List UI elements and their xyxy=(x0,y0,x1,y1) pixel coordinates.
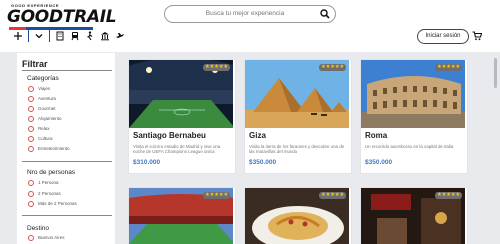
landmark-icon[interactable] xyxy=(100,31,110,41)
radio-button[interactable] xyxy=(28,145,34,152)
filter-option[interactable]: Gourmet xyxy=(28,105,56,112)
radio-button[interactable] xyxy=(28,105,34,112)
experience-card[interactable]: ★★★★★ xyxy=(361,188,467,244)
experience-card[interactable]: ★★★★★ xyxy=(245,188,351,244)
card-image[interactable]: ★★★★★ xyxy=(361,188,465,244)
divider xyxy=(22,161,112,162)
experience-card[interactable]: ★★★★★ Giza Visita la tierra de los farao… xyxy=(245,60,351,173)
brand-logo[interactable]: GOODTRAIL xyxy=(7,7,117,27)
radio-button[interactable] xyxy=(28,234,34,241)
filter-option-label: Viajes xyxy=(38,86,51,91)
radio-button[interactable] xyxy=(28,95,34,102)
filter-option[interactable]: Cultura xyxy=(28,135,53,142)
radio-button[interactable] xyxy=(28,200,34,207)
card-image[interactable]: ★★★★★ xyxy=(245,188,349,244)
card-image[interactable]: ★★★★★ xyxy=(129,60,233,128)
filter-title: Filtrar xyxy=(22,59,48,69)
rating-stars: ★★★★★ xyxy=(434,64,462,71)
filter-option[interactable]: Más de 2 Personas xyxy=(28,200,77,207)
filter-option-label: 2 Personas xyxy=(38,191,61,196)
train-icon[interactable] xyxy=(70,31,80,41)
filter-option[interactable]: Viajes xyxy=(28,85,50,92)
radio-button[interactable] xyxy=(28,190,34,197)
search-icon[interactable] xyxy=(320,9,330,19)
radio-button[interactable] xyxy=(28,135,34,142)
card-price: $310.000 xyxy=(133,159,161,166)
card-title[interactable]: Santiago Bernabeu xyxy=(133,131,206,140)
filter-option[interactable]: Buenos Aires xyxy=(28,234,65,241)
card-description: Visita la tierra de los faraones y descu… xyxy=(249,144,345,154)
filter-group-title: Nro de personas xyxy=(27,169,76,176)
filter-option-label: Buenos Aires xyxy=(38,235,65,240)
card-image[interactable]: ★★★★★ xyxy=(245,60,349,128)
airplane-icon[interactable] xyxy=(115,31,125,41)
rating-stars: ★★★★★ xyxy=(318,192,346,199)
search-box[interactable] xyxy=(164,5,336,23)
experience-card[interactable]: ★★★★★ xyxy=(129,188,235,244)
card-description: Visita el icónico estadio de Madrid y vi… xyxy=(133,144,221,154)
filter-group-title: Categorías xyxy=(27,75,59,82)
experience-card[interactable]: ★★★★★ Roma Un recorrido asombroso en la … xyxy=(361,60,467,173)
experience-card[interactable]: ★★★★★ Santiago Bernabeu Visita el icónic… xyxy=(129,60,235,173)
filter-option-label: 1 Persona xyxy=(38,180,59,185)
filter-option-label: Cultura xyxy=(38,136,53,141)
filter-option[interactable]: Alojamiento xyxy=(28,115,62,122)
card-image[interactable]: ★★★★★ xyxy=(361,60,465,128)
filter-option[interactable]: Relax xyxy=(28,125,50,132)
divider xyxy=(22,215,112,216)
filter-option-label: Gourmet xyxy=(38,106,56,111)
filter-option-label: Más de 2 Personas xyxy=(38,201,77,206)
hiker-icon[interactable] xyxy=(85,31,95,41)
card-title[interactable]: Giza xyxy=(249,131,266,140)
category-nav xyxy=(13,30,125,42)
filter-sidebar: Filtrar Categorías Viajes Aventura Gourm… xyxy=(17,53,115,244)
radio-button[interactable] xyxy=(28,125,34,132)
filter-option[interactable]: Entretenimiento xyxy=(28,145,70,152)
filter-option-label: Alojamiento xyxy=(38,116,62,121)
card-description: Un recorrido asombroso en la capital de … xyxy=(365,144,454,149)
card-price: $350.000 xyxy=(249,159,277,166)
filter-option[interactable]: Aventura xyxy=(28,95,56,102)
rating-stars: ★★★★★ xyxy=(434,192,462,199)
rating-stars: ★★★★★ xyxy=(202,64,230,71)
nav-divider xyxy=(28,30,29,42)
card-price: $350.000 xyxy=(365,159,393,166)
filter-group-title: Destino xyxy=(27,225,50,232)
rating-stars: ★★★★★ xyxy=(202,192,230,199)
filter-option-label: Relax xyxy=(38,126,50,131)
filter-option-label: Entretenimiento xyxy=(38,146,70,151)
filter-option[interactable]: 1 Persona xyxy=(28,179,59,186)
radio-button[interactable] xyxy=(28,179,34,186)
building-icon[interactable] xyxy=(55,31,65,41)
nav-divider xyxy=(49,30,50,42)
plus-icon[interactable] xyxy=(13,31,23,41)
page-scrollbar[interactable] xyxy=(494,58,497,88)
cart-icon[interactable] xyxy=(472,31,482,41)
radio-button[interactable] xyxy=(28,85,34,92)
card-image[interactable]: ★★★★★ xyxy=(129,188,233,244)
radio-button[interactable] xyxy=(28,115,34,122)
login-button[interactable]: Iniciar sesión xyxy=(417,29,469,44)
top-bar: GOOD EXPERIENCE GOODTRAIL Iniciar sesión xyxy=(0,0,500,52)
rating-stars: ★★★★★ xyxy=(318,64,346,71)
filter-option-label: Aventura xyxy=(38,96,56,101)
search-input[interactable] xyxy=(175,8,315,19)
chevron-down-icon[interactable] xyxy=(34,31,44,41)
divider xyxy=(22,70,112,71)
card-title[interactable]: Roma xyxy=(365,131,387,140)
filter-option[interactable]: 2 Personas xyxy=(28,190,61,197)
